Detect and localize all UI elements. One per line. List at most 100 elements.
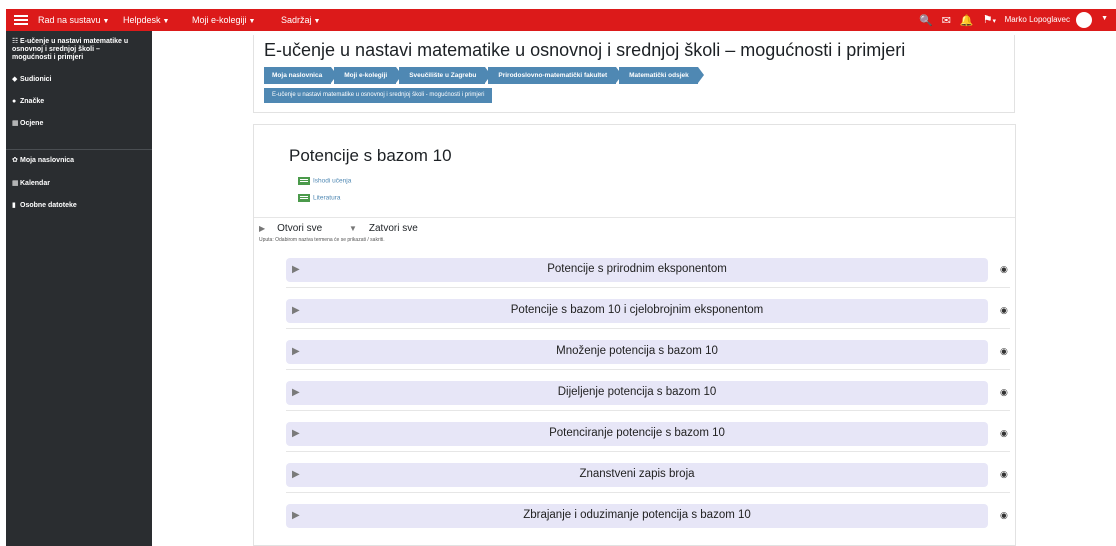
sidebar-item-course-line2[interactable]: osnovnoj i srednjoj školi – bbox=[12, 46, 100, 54]
page-header: E-učenje u nastavi matematike u osnovnoj… bbox=[253, 35, 1015, 113]
expand-all-link[interactable]: ▶ Otvori sve bbox=[259, 223, 334, 234]
resource-label: Literatura bbox=[313, 194, 341, 202]
topic-title: Množenje potencija s bazom 10 bbox=[556, 345, 718, 357]
expand-collapse-controls: ▶ Otvori sve ▼ Zatvori sve bbox=[259, 223, 442, 234]
row-divider bbox=[286, 287, 1010, 288]
sidebar-item-label: E-učenje u nastavi matematike u bbox=[20, 38, 129, 45]
expand-all-label: Otvori sve bbox=[277, 223, 323, 234]
row-divider bbox=[286, 369, 1010, 370]
visibility-eye-icon[interactable]: ◉ bbox=[1000, 428, 1008, 439]
sidebar-divider bbox=[6, 149, 152, 150]
file-icon: ▮ bbox=[12, 202, 16, 209]
mail-icon[interactable]: ✉ bbox=[942, 14, 951, 28]
user-name[interactable]: Marko Lopoglavec bbox=[1005, 15, 1070, 24]
avatar[interactable] bbox=[1076, 12, 1092, 28]
sidebar-item-kalendar[interactable]: ▦Kalendar bbox=[12, 180, 50, 188]
sidebar-item-sudionici[interactable]: ◆ Sudionici bbox=[12, 76, 52, 84]
menu-label: Rad na sustavu bbox=[38, 15, 101, 25]
breadcrumb-item[interactable]: Moja naslovnica bbox=[264, 67, 338, 84]
sidebar-item-label: Moja naslovnica bbox=[20, 157, 75, 164]
collapse-all-label: Zatvori sve bbox=[368, 223, 418, 234]
sidebar-item-label: Ocjene bbox=[20, 120, 44, 127]
row-divider bbox=[286, 492, 1010, 493]
sidebar-item-label: mogućnosti i primjeri bbox=[12, 54, 84, 61]
sidebar-item-course-line3[interactable]: mogućnosti i primjeri bbox=[12, 54, 83, 62]
menu-label: Moji e-kolegiji bbox=[192, 15, 247, 25]
collapse-all-link[interactable]: ▼ Zatvori sve bbox=[349, 223, 430, 234]
caret-down-icon: ▼ bbox=[248, 18, 256, 25]
sidebar-item-znacke[interactable]: ● Značke bbox=[12, 98, 44, 106]
visibility-eye-icon[interactable]: ◉ bbox=[1000, 264, 1008, 275]
sidebar-item-label: osnovnoj i srednjoj školi – bbox=[12, 46, 100, 53]
topic-row[interactable]: ▶ Potencije s bazom 10 i cjelobrojnim eks… bbox=[286, 299, 988, 323]
resource-link-literatura[interactable]: Literatura bbox=[298, 194, 340, 202]
topic-row[interactable]: ▶ Zbrajanje i oduzimanje potencija s bazo… bbox=[286, 504, 988, 528]
menu-label: Helpdesk bbox=[123, 15, 161, 25]
dashboard-icon: ✿ bbox=[12, 157, 18, 164]
menu-helpdesk[interactable]: Helpdesk ▼ bbox=[123, 15, 169, 25]
spreadsheet-icon bbox=[298, 177, 310, 185]
caret-down-icon: ▼ bbox=[162, 18, 170, 25]
course-icon: ☷ bbox=[12, 38, 19, 45]
menu-rad-na-sustavu[interactable]: Rad na sustavu ▼ bbox=[38, 15, 109, 25]
topic-title: Zbrajanje i oduzimanje potencija s bazom… bbox=[523, 509, 751, 521]
top-margin bbox=[0, 0, 1116, 9]
spreadsheet-icon bbox=[298, 194, 310, 202]
play-icon: ▶ bbox=[259, 224, 266, 233]
users-icon: ◆ bbox=[12, 76, 18, 83]
topic-row[interactable]: ▶ Dijeljenje potencija s bazom 10 bbox=[286, 381, 988, 405]
hamburger-menu-icon[interactable] bbox=[14, 13, 28, 27]
top-navbar: Rad na sustavu ▼ Helpdesk ▼ Moji e-kolegij… bbox=[6, 9, 1116, 31]
breadcrumb-item[interactable]: Sveučilište u Zagrebu bbox=[399, 67, 492, 84]
user-menu-caret-icon[interactable]: ▼ bbox=[1101, 15, 1108, 22]
flag-icon[interactable]: ⚑▾ bbox=[983, 13, 996, 29]
visibility-eye-icon[interactable]: ◉ bbox=[1000, 469, 1008, 480]
resource-link-ishodi[interactable]: Ishodi učenja bbox=[298, 177, 351, 185]
topic-row[interactable]: ▶ Znanstveni zapis broja bbox=[286, 463, 988, 487]
sidebar-item-label: Kalendar bbox=[20, 180, 50, 187]
menu-sadrzaj[interactable]: Sadržaj ▼ bbox=[281, 15, 320, 25]
breadcrumb-item[interactable]: Moji e-kolegiji bbox=[334, 67, 403, 84]
breadcrumb-item[interactable]: Prirodoslovno-matematički fakultet bbox=[488, 67, 622, 84]
badge-icon: ● bbox=[12, 98, 17, 105]
search-icon[interactable]: 🔍 bbox=[919, 14, 933, 28]
menu-moji-e-kolegiji[interactable]: Moji e-kolegiji ▼ bbox=[192, 15, 255, 25]
visibility-eye-icon[interactable]: ◉ bbox=[1000, 305, 1008, 316]
menu-label: Sadržaj bbox=[281, 15, 312, 25]
sidebar-item-label: Značke bbox=[20, 98, 45, 105]
sidebar-item-osobne-datoteke[interactable]: ▮ Osobne datoteke bbox=[12, 202, 77, 210]
bell-icon[interactable]: 🔔 bbox=[960, 14, 974, 28]
topic-row[interactable]: ▶ Potenciranje potencije s bazom 10 bbox=[286, 422, 988, 446]
visibility-eye-icon[interactable]: ◉ bbox=[1000, 510, 1008, 521]
divider bbox=[254, 217, 1015, 218]
row-divider bbox=[286, 328, 1010, 329]
instruction-text: Uputa: Odabirom naziva termena će se pri… bbox=[259, 237, 385, 243]
topic-row[interactable]: ▶ Potencije s prirodnim eksponentom bbox=[286, 258, 988, 282]
sidebar-item-label: Osobne datoteke bbox=[20, 202, 77, 209]
topic-title: Potenciranje potencije s bazom 10 bbox=[549, 427, 725, 439]
topic-title: Dijeljenje potencija s bazom 10 bbox=[557, 386, 717, 398]
breadcrumb-item[interactable]: Matematički odsjek bbox=[619, 67, 704, 84]
breadcrumb: Moja naslovnica Moji e-kolegiji Sveučili… bbox=[264, 67, 704, 84]
left-sidebar: ☷ E-učenje u nastavi matematike u osnovno… bbox=[6, 31, 152, 546]
triangle-down-icon: ▼ bbox=[348, 224, 357, 233]
caret-down-icon: ▼ bbox=[102, 18, 110, 25]
main-content: Potencije s bazom 10 Ishodi učenja Liter… bbox=[253, 124, 1016, 546]
visibility-eye-icon[interactable]: ◉ bbox=[1000, 387, 1008, 398]
row-divider bbox=[286, 410, 1010, 411]
topic-row[interactable]: ▶ Množenje potencija s bazom 10 bbox=[286, 340, 988, 364]
section-title: Potencije s bazom 10 bbox=[289, 146, 452, 165]
caret-down-icon: ▼ bbox=[313, 18, 321, 25]
topic-title: Potencije s prirodnim eksponentom bbox=[547, 263, 727, 275]
sidebar-item-ocjene[interactable]: ▦Ocjene bbox=[12, 120, 43, 128]
sidebar-item-course[interactable]: ☷ E-učenje u nastavi matematike u bbox=[12, 38, 128, 46]
course-link-button[interactable]: E-učenje u nastavi matematike u osnovnoj… bbox=[264, 88, 493, 103]
sidebar-item-moja-naslovnica[interactable]: ✿ Moja naslovnica bbox=[12, 157, 74, 165]
page-title: E-učenje u nastavi matematike u osnovnoj… bbox=[264, 40, 906, 60]
navbar-icons: 🔍 ✉ 🔔 ⚑▾ bbox=[919, 13, 996, 29]
visibility-eye-icon[interactable]: ◉ bbox=[1000, 346, 1008, 357]
row-divider bbox=[286, 451, 1010, 452]
topic-title: Znanstveni zapis broja bbox=[579, 468, 695, 480]
topic-title: Potencije s bazom 10 i cjelobrojnim eksp… bbox=[510, 304, 764, 316]
moodle-page: Rad na sustavu ▼ Helpdesk ▼ Moji e-kolegij… bbox=[0, 0, 1116, 546]
